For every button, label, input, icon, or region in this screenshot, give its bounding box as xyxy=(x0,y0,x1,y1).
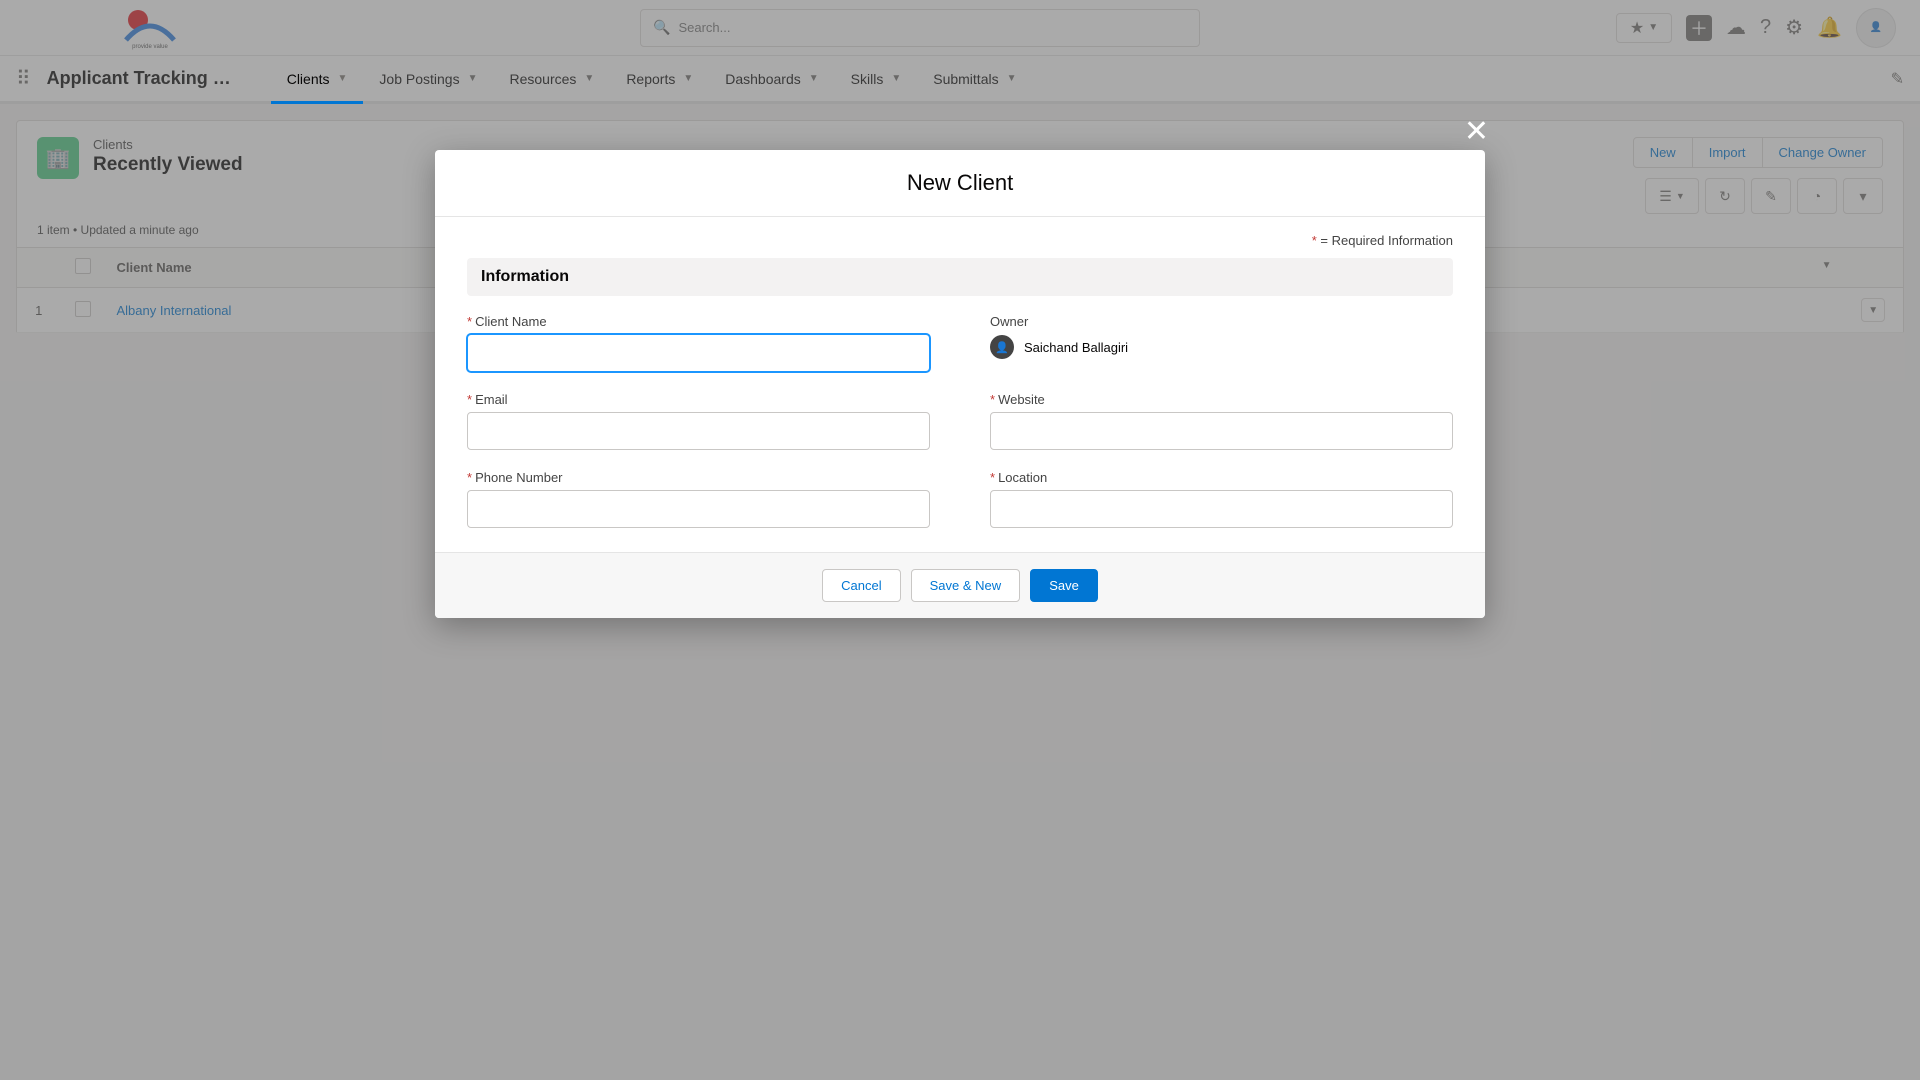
required-star-icon: * xyxy=(1312,233,1317,248)
field-location: *Location xyxy=(990,470,1453,528)
cancel-button[interactable]: Cancel xyxy=(822,569,900,602)
website-label: *Website xyxy=(990,392,1453,407)
modal-header: New Client xyxy=(435,150,1485,217)
owner-avatar-icon: 👤 xyxy=(990,335,1014,359)
save-and-new-button[interactable]: Save & New xyxy=(911,569,1021,602)
owner-label: Owner xyxy=(990,314,1453,329)
field-website: *Website xyxy=(990,392,1453,450)
website-input[interactable] xyxy=(990,412,1453,450)
nav-tab-label: Clients xyxy=(287,71,330,87)
owner-name: Saichand Ballagiri xyxy=(1024,340,1128,355)
save-button[interactable]: Save xyxy=(1030,569,1098,602)
field-client-name: *Client Name xyxy=(467,314,930,372)
nav-tab-clients[interactable]: Clients ▼ xyxy=(271,56,364,104)
modal-footer: Cancel Save & New Save xyxy=(435,552,1485,618)
location-input[interactable] xyxy=(990,490,1453,528)
client-name-input[interactable] xyxy=(467,334,930,372)
modal-title: New Client xyxy=(435,170,1485,196)
email-label: *Email xyxy=(467,392,930,407)
field-owner: Owner 👤 Saichand Ballagiri xyxy=(990,314,1453,372)
modal-overlay: ✕ New Client * = Required Information In… xyxy=(0,0,1920,1080)
email-input[interactable] xyxy=(467,412,930,450)
required-info-text: = Required Information xyxy=(1320,233,1453,248)
modal-body: * = Required Information Information *Cl… xyxy=(435,217,1485,552)
field-email: *Email xyxy=(467,392,930,450)
phone-label: *Phone Number xyxy=(467,470,930,485)
location-label: *Location xyxy=(990,470,1453,485)
chevron-down-icon[interactable]: ▼ xyxy=(338,73,348,84)
client-name-label: *Client Name xyxy=(467,314,930,329)
close-icon[interactable]: ✕ xyxy=(1464,114,1489,149)
new-client-modal: ✕ New Client * = Required Information In… xyxy=(435,150,1485,618)
form-grid: *Client Name Owner 👤 Saichand Ballagiri … xyxy=(467,314,1453,528)
phone-input[interactable] xyxy=(467,490,930,528)
required-info: * = Required Information xyxy=(467,233,1453,248)
owner-display: 👤 Saichand Ballagiri xyxy=(990,335,1453,359)
field-phone: *Phone Number xyxy=(467,470,930,528)
section-information: Information xyxy=(467,258,1453,296)
